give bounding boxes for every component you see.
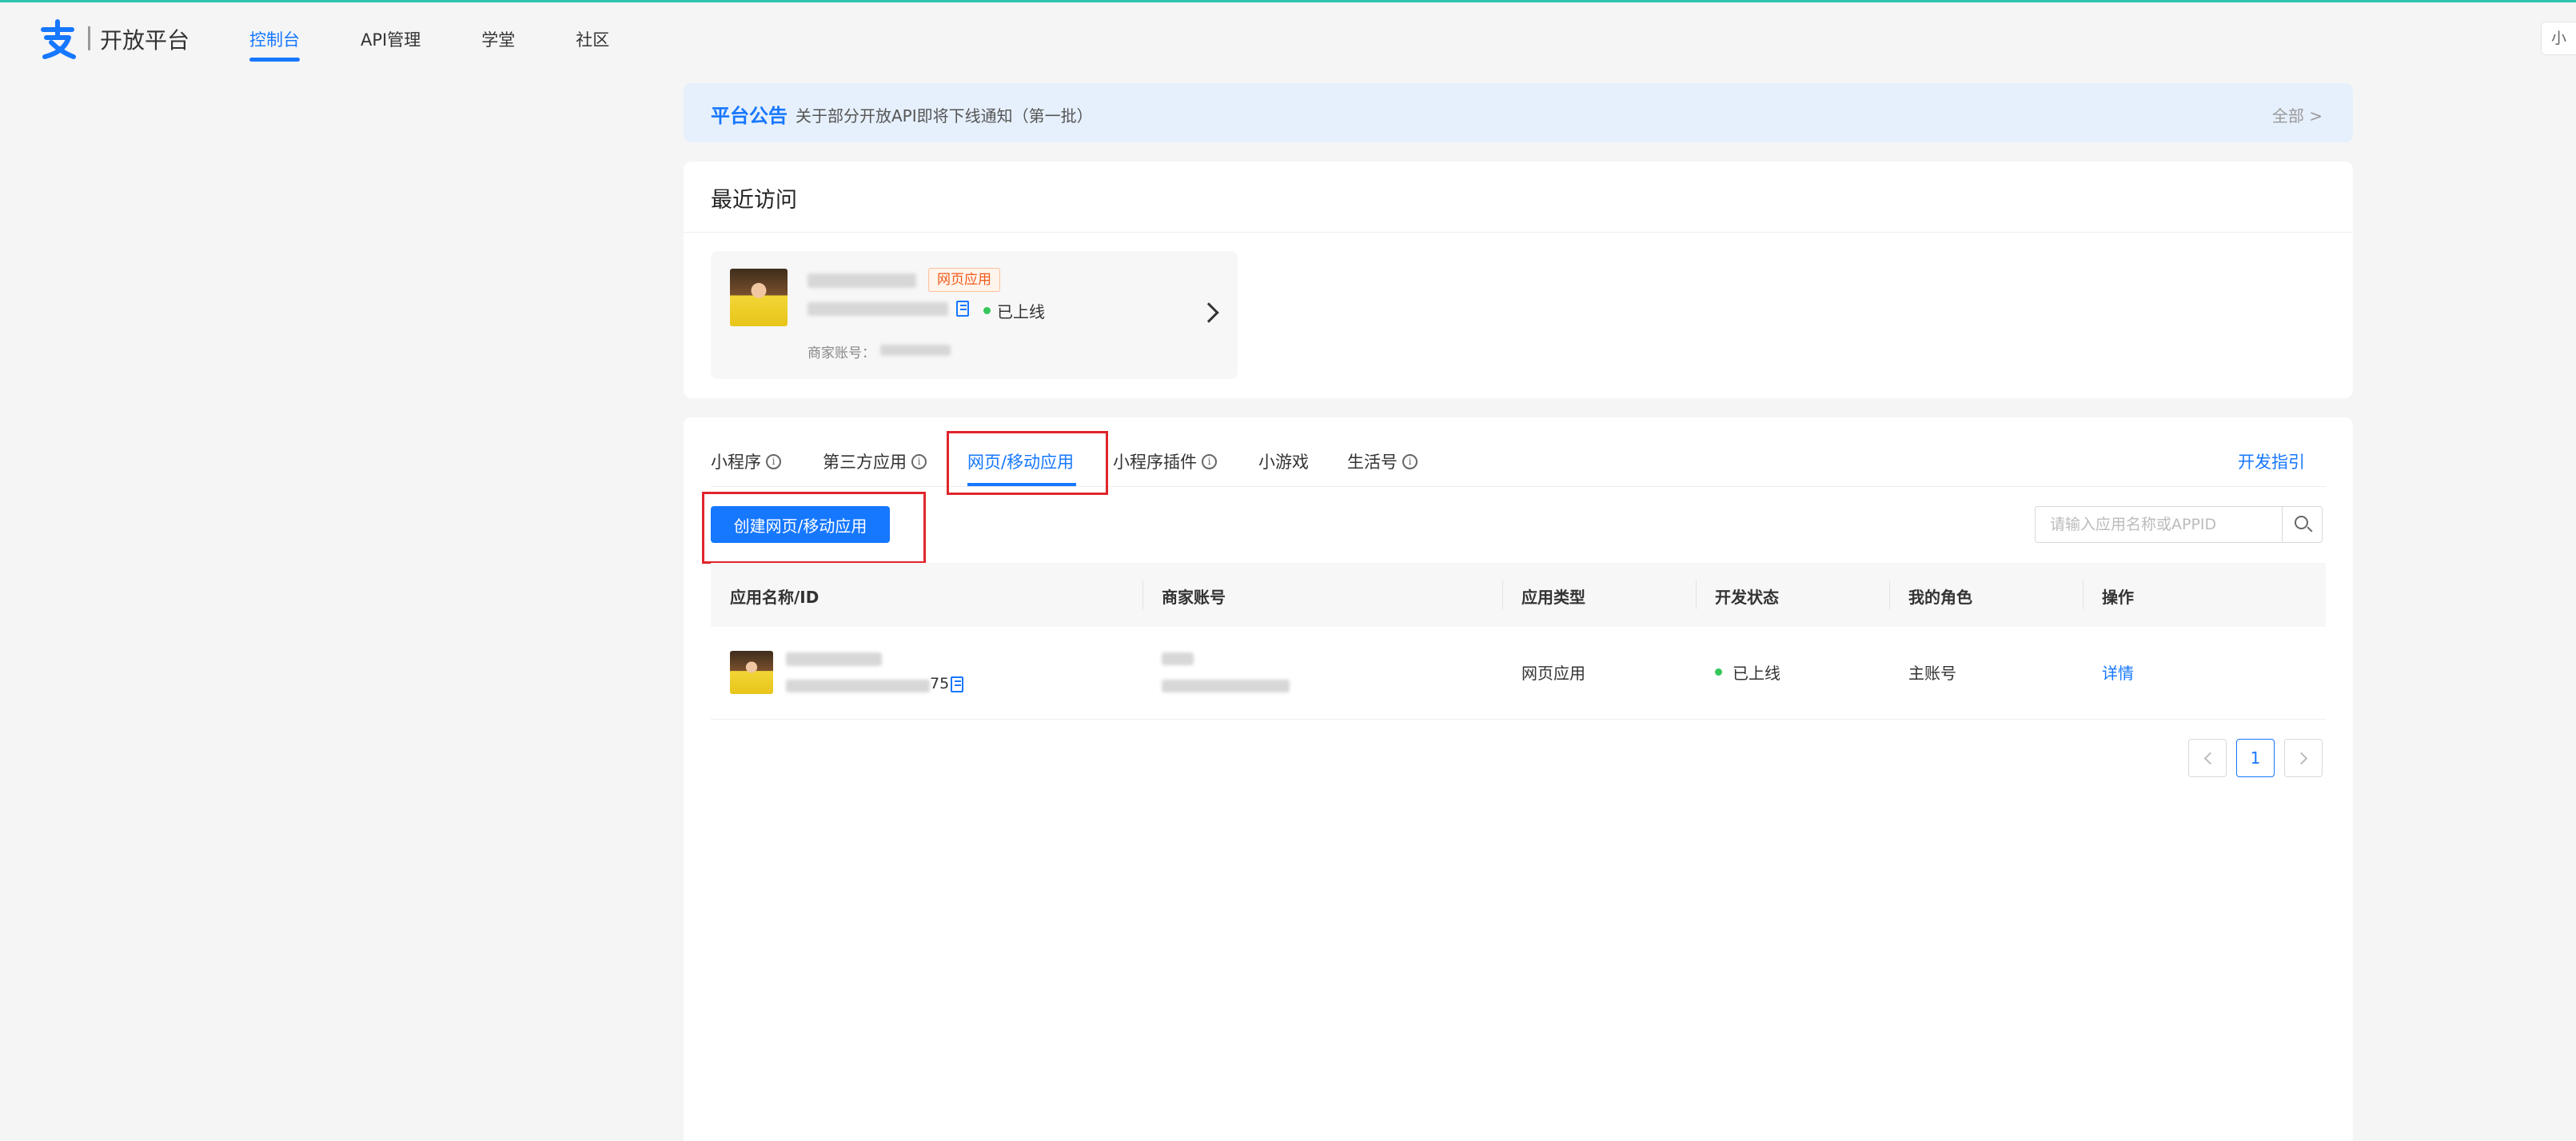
pagination-page-1[interactable]: 1 (2236, 739, 2275, 777)
column-separator (1142, 580, 1143, 609)
alipay-logo-icon[interactable] (37, 18, 78, 60)
tab-label: 小程序 (711, 453, 761, 472)
tab-label: 小程序插件 (1113, 453, 1197, 472)
copy-icon[interactable] (951, 676, 963, 692)
my-role: 主账号 (1908, 664, 1956, 683)
column-separator (1502, 580, 1503, 609)
app-name-redacted (786, 652, 882, 666)
details-link[interactable]: 详情 (2102, 660, 2134, 684)
logo-divider (88, 26, 90, 50)
tab-life-account[interactable]: 生活号 i (1347, 449, 1418, 473)
app-id-redacted (807, 302, 948, 316)
tab-web-mobile-app[interactable]: 网页/移动应用 (967, 449, 1074, 473)
chevron-right-icon (2295, 752, 2308, 765)
tab-third-party-app[interactable]: 第三方应用 i (823, 449, 927, 473)
app-list-panel: 小程序 i 第三方应用 i 网页/移动应用 小程序插件 i 小游戏 生活号 i … (684, 417, 2353, 1141)
tab-label: 网页/移动应用 (967, 453, 1075, 472)
user-menu[interactable]: 小 (2541, 22, 2576, 55)
col-dev-status: 开发状态 (1715, 588, 1779, 607)
col-merchant-account: 商家账号 (1162, 588, 1226, 607)
app-avatar (730, 269, 788, 326)
main-nav: 控制台 API管理 学堂 社区 (249, 2, 670, 78)
chevron-left-icon (2203, 752, 2217, 765)
tab-mini-game[interactable]: 小游戏 (1258, 449, 1309, 473)
column-separator (2083, 580, 2084, 609)
tab-mini-program[interactable]: 小程序 i (711, 449, 781, 473)
pagination-next-button[interactable] (2284, 739, 2323, 777)
app-status: 已上线 (997, 302, 1045, 321)
announcement-all-link[interactable]: 全部 > (2272, 103, 2323, 126)
dev-guide-link[interactable]: 开发指引 (2238, 449, 2305, 473)
tab-label: 生活号 (1347, 453, 1398, 472)
merchant-name-redacted (1162, 652, 1194, 665)
tab-label: 小游戏 (1258, 453, 1309, 472)
app-avatar (730, 651, 773, 694)
merchant-account-redacted (880, 345, 951, 356)
announcement-title: 平台公告 (711, 105, 788, 127)
search-icon (2295, 516, 2308, 529)
search-input[interactable] (2036, 507, 2275, 542)
brand-title[interactable]: 开放平台 (100, 23, 189, 55)
app-type: 网页应用 (1521, 664, 1585, 683)
announcement-text[interactable]: 关于部分开放API即将下线通知（第一批） (796, 103, 1093, 126)
announcement-bar: 平台公告 关于部分开放API即将下线通知（第一批） 全部 > (684, 83, 2353, 142)
table-header: 应用名称/ID 商家账号 应用类型 开发状态 我的角色 操作 (711, 563, 2326, 627)
info-icon: i (911, 453, 927, 469)
nav-console[interactable]: 控制台 (249, 2, 300, 78)
copy-icon[interactable] (956, 301, 969, 317)
recent-visits-title: 最近访问 (711, 188, 797, 213)
tab-label: 第三方应用 (823, 453, 907, 472)
col-my-role: 我的角色 (1908, 588, 1972, 607)
app-type-tag: 网页应用 (928, 268, 1000, 292)
nav-api-management[interactable]: API管理 (361, 2, 421, 78)
col-app-type: 应用类型 (1521, 588, 1585, 607)
column-separator (1889, 580, 1890, 609)
merchant-account-label: 商家账号： (807, 345, 875, 361)
info-icon: i (1402, 453, 1418, 469)
app-name-redacted (807, 273, 916, 288)
info-icon: i (766, 453, 781, 469)
search-button[interactable] (2282, 507, 2323, 542)
merchant-account-redacted (1162, 680, 1290, 692)
status-dot-icon (1715, 668, 1722, 676)
search-box (2035, 506, 2323, 543)
info-icon: i (1202, 453, 1217, 469)
divider (711, 486, 2326, 487)
divider (684, 232, 2353, 233)
column-separator (1696, 580, 1697, 609)
create-web-mobile-app-button[interactable]: 创建网页/移动应用 (711, 506, 890, 543)
app-id-redacted (786, 680, 930, 692)
dev-status: 已上线 (1733, 664, 1780, 683)
nav-academy[interactable]: 学堂 (481, 2, 515, 78)
app-id-suffix: 75 (930, 675, 950, 692)
col-app-name-id: 应用名称/ID (730, 588, 819, 607)
recent-app-card[interactable]: 网页应用 已上线 商家账号： (711, 251, 1238, 379)
nav-community[interactable]: 社区 (576, 2, 609, 78)
chevron-right-icon (1198, 302, 1219, 323)
recent-visits-panel: 最近访问 网页应用 已上线 商家账号： (684, 162, 2353, 398)
col-actions: 操作 (2102, 588, 2134, 607)
table-row: 75 网页应用 已上线 主账号 详情 (711, 627, 2326, 720)
pagination-prev-button[interactable] (2188, 739, 2227, 777)
top-header: 开放平台 控制台 API管理 学堂 社区 小 (0, 2, 2576, 78)
status-dot-icon (983, 307, 991, 314)
tab-mini-program-plugin[interactable]: 小程序插件 i (1113, 449, 1217, 473)
